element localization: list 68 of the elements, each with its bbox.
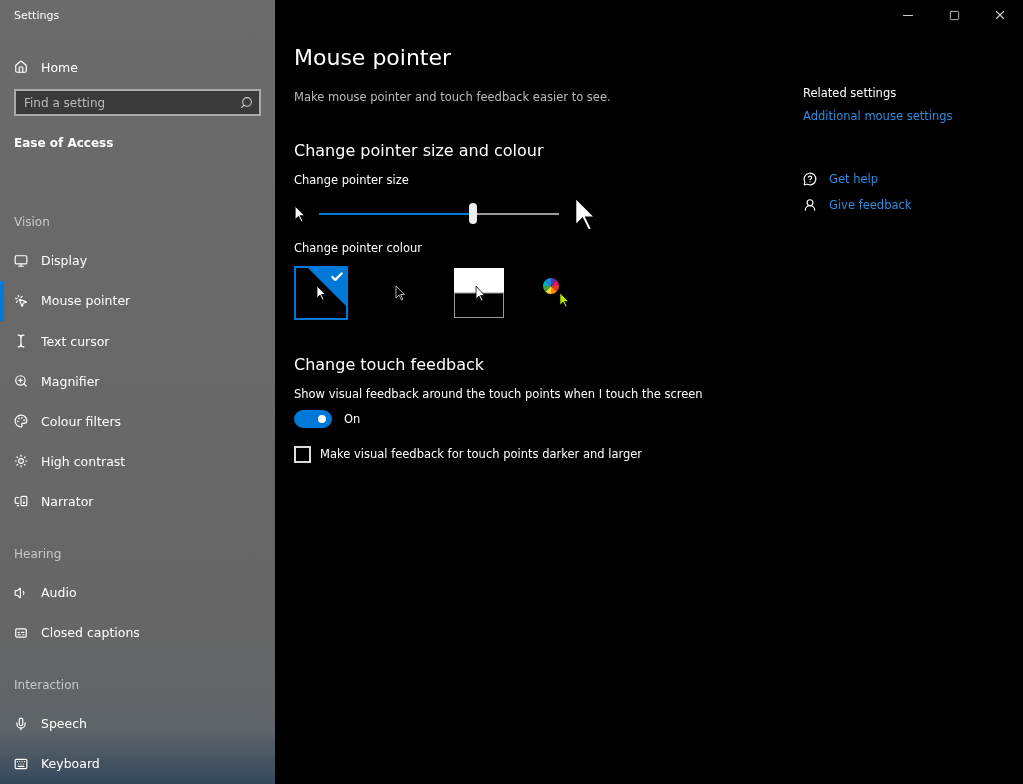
- nav-icon: [14, 454, 28, 469]
- nav-item[interactable]: Closed captions: [0, 612, 261, 653]
- nav-item[interactable]: Speech: [0, 703, 261, 744]
- toggle-switch[interactable]: [294, 410, 332, 428]
- search-icon: [240, 96, 253, 110]
- nav-item[interactable]: Home: [0, 47, 261, 88]
- nav-item[interactable]: Mouse pointer: [0, 280, 261, 322]
- settings-link[interactable]: Additional mouse settings: [803, 109, 953, 123]
- setting-label: Change pointer colour: [294, 240, 424, 257]
- setting-label: Show visual feedback around the touch points when I touch the screen: [294, 386, 704, 403]
- nav-label: Colour filters: [41, 413, 122, 429]
- nav-label: Keyboard: [41, 756, 100, 772]
- pointer-icon: [316, 285, 326, 301]
- category-title: Ease of Access: [14, 136, 115, 153]
- size-slider[interactable]: [319, 203, 560, 225]
- inverted-pointer-drawing: [454, 268, 504, 318]
- toggle-state: On: [344, 412, 361, 426]
- section-heading: Change touch feedback: [294, 353, 486, 376]
- nav-label: Text cursor: [41, 333, 110, 349]
- minimize-icon: [903, 14, 913, 16]
- nav-item[interactable]: Keyboard: [0, 743, 261, 784]
- help-link[interactable]: Get help: [829, 172, 878, 186]
- nav-icon: [14, 414, 28, 429]
- nav-item[interactable]: Magnifier: [0, 361, 261, 402]
- slider-thumb[interactable]: [468, 203, 477, 224]
- nav-icon: [14, 625, 28, 640]
- close-icon: [993, 8, 1007, 22]
- colour-option[interactable]: [452, 266, 506, 320]
- nav-label: Speech: [41, 716, 88, 732]
- window-title: Settings: [14, 8, 61, 24]
- check-icon: [330, 270, 344, 284]
- checkbox[interactable]: [294, 445, 311, 463]
- page-description: Make mouse pointer and touch feedback easier to see.: [294, 90, 612, 106]
- nav-label: Home: [41, 59, 78, 75]
- nav-label: Magnifier: [41, 373, 100, 389]
- chat-question-icon: [803, 172, 817, 186]
- section-heading: Hearing: [14, 546, 63, 563]
- nav-label: Display: [41, 253, 88, 269]
- home-icon: [14, 60, 28, 75]
- search-field[interactable]: Find a setting: [14, 89, 261, 117]
- related-heading: Related settings: [803, 86, 898, 102]
- nav-item[interactable]: Audio: [0, 572, 261, 613]
- setting-label: Change pointer size: [294, 172, 410, 189]
- nav-item[interactable]: High contrast: [0, 441, 261, 482]
- nav-item[interactable]: Text cursor: [0, 321, 261, 362]
- nav-icon: [14, 294, 28, 308]
- nav-label: Mouse pointer: [41, 293, 131, 309]
- section-heading: Interaction: [14, 677, 81, 695]
- nav-label: High contrast: [41, 453, 126, 469]
- maximize-icon: [948, 9, 960, 21]
- nav-icon: [14, 374, 28, 389]
- nav-label: Narrator: [41, 493, 94, 509]
- nav-item[interactable]: Colour filters: [0, 401, 261, 442]
- pointer-icon: [395, 285, 405, 301]
- nav-label: Closed captions: [41, 625, 140, 641]
- help-link[interactable]: Give feedback: [829, 198, 912, 212]
- nav-item[interactable]: Narrator: [0, 481, 261, 522]
- small-pointer-icon: [294, 205, 306, 223]
- page-title: Mouse pointer: [294, 45, 453, 72]
- section-heading: Vision: [14, 214, 51, 232]
- nav-icon: [14, 494, 28, 509]
- nav-icon: [14, 253, 28, 268]
- section-heading: Change pointer size and colour: [294, 139, 545, 162]
- nav-item[interactable]: Display: [0, 240, 261, 281]
- nav-label: Audio: [41, 585, 77, 601]
- nav-icon: [14, 756, 28, 771]
- nav-icon: [14, 716, 28, 731]
- checkbox-label: Make visual feedback for touch points darker and larger: [320, 447, 643, 461]
